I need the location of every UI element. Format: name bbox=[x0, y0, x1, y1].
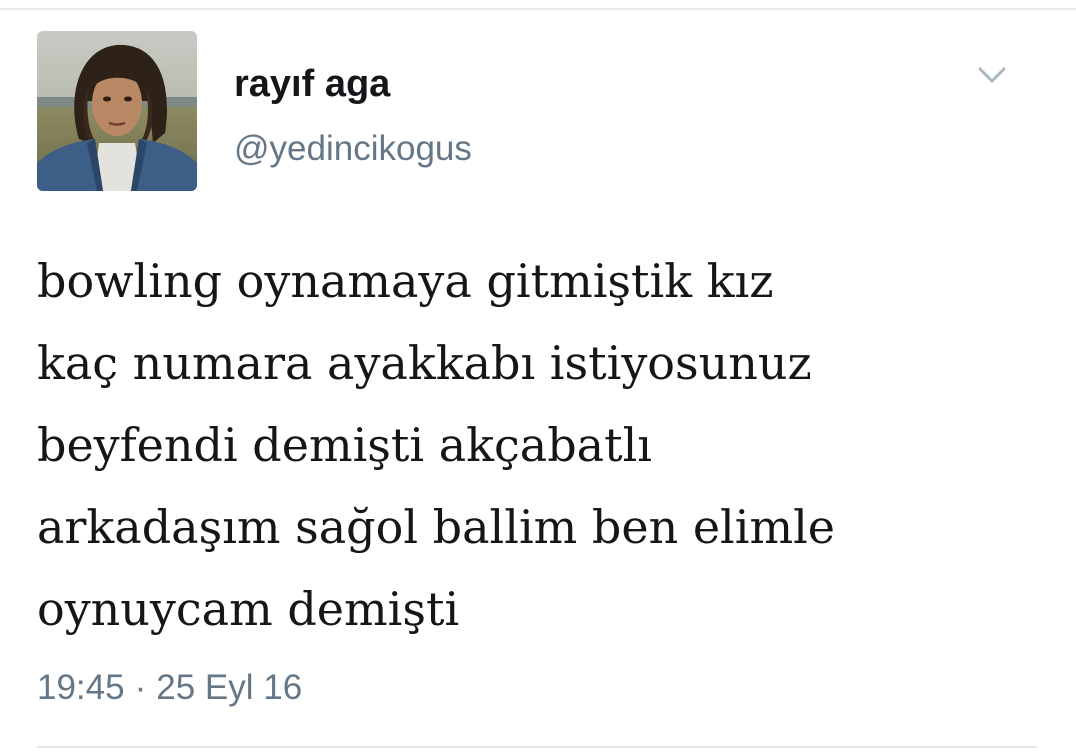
tweet-text-line: bowling oynamaya gitmiştik kız bbox=[37, 254, 774, 308]
avatar[interactable] bbox=[37, 31, 197, 191]
chevron-down-icon bbox=[978, 67, 1006, 83]
display-name[interactable]: rayıf aga bbox=[234, 60, 390, 108]
tweet-text: bowling oynamaya gitmiştik kız kaç numar… bbox=[37, 240, 1057, 650]
tweet-text-line: oynuycam demişti bbox=[37, 582, 460, 636]
tweet-menu-button[interactable] bbox=[975, 62, 1009, 88]
tweet-text-line: beyfendi demişti akçabatlı bbox=[37, 418, 653, 472]
top-divider bbox=[0, 8, 1076, 10]
tweet-timestamp[interactable]: 19:45 · 25 Eyl 16 bbox=[37, 665, 302, 711]
user-handle[interactable]: @yedincikogus bbox=[234, 126, 472, 172]
profile-photo-icon bbox=[37, 31, 197, 191]
tweet-date: 25 Eyl 16 bbox=[156, 668, 303, 707]
tweet-text-line: arkadaşım sağol ballim ben elimle bbox=[37, 500, 836, 554]
meta-separator: · bbox=[134, 668, 147, 707]
bottom-divider bbox=[37, 746, 1037, 748]
tweet-text-line: kaç numara ayakkabı istiyosunuz bbox=[37, 336, 812, 390]
tweet-time: 19:45 bbox=[37, 668, 125, 707]
